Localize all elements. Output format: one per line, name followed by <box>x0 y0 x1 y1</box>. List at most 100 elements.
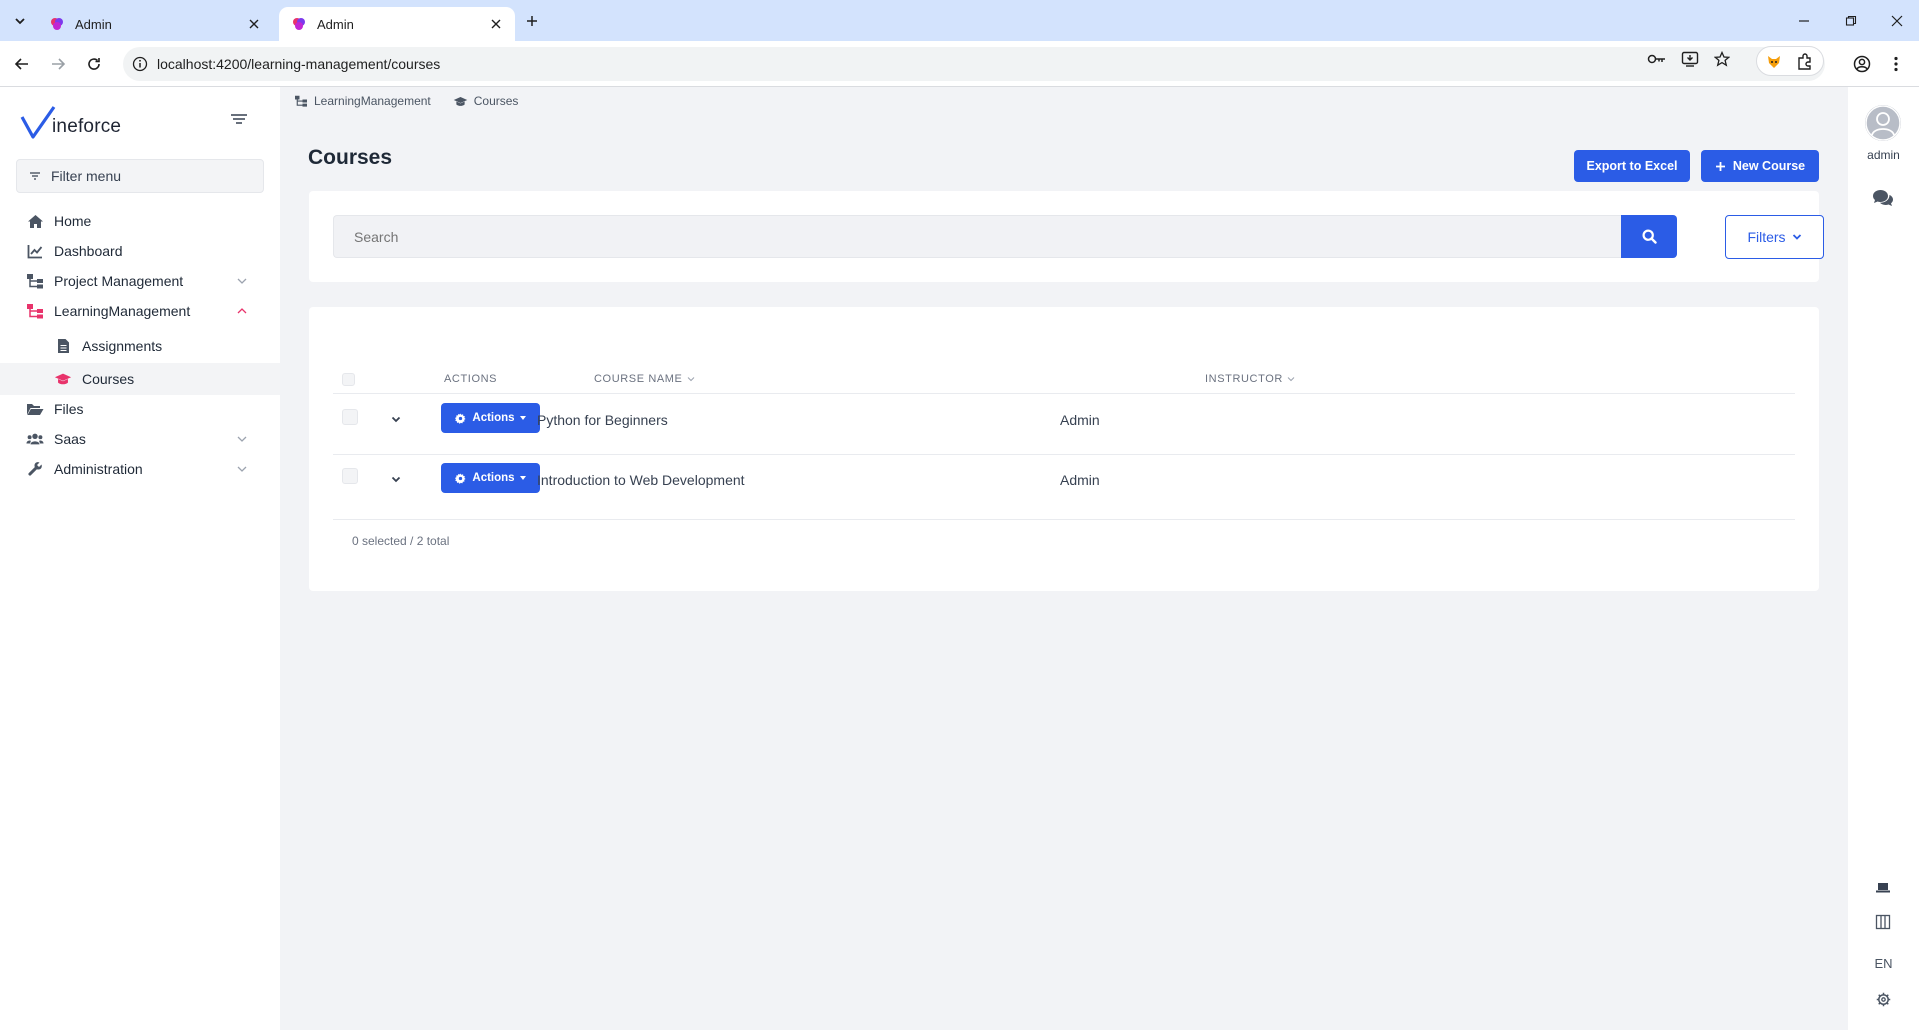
chevron-down-icon <box>237 466 247 472</box>
language-selector[interactable]: EN <box>1848 956 1919 971</box>
sidebar: ineforce Filter menu Home Dashboard Proj… <box>0 87 280 1030</box>
close-icon <box>1891 15 1903 27</box>
url-text: localhost:4200/learning-management/cours… <box>157 56 441 72</box>
browser-menu-button[interactable] <box>1882 50 1910 78</box>
close-tab-icon[interactable] <box>487 15 505 33</box>
gear-icon <box>455 412 466 424</box>
sidebar-item-dashboard[interactable]: Dashboard <box>0 234 280 268</box>
browser-tab[interactable]: Admin <box>37 7 273 41</box>
restore-window-button[interactable] <box>1838 8 1864 34</box>
vineforce-logo[interactable]: ineforce <box>20 105 121 141</box>
chat-button[interactable] <box>1872 187 1894 209</box>
chevron-up-icon <box>237 308 247 314</box>
chevron-down-icon <box>237 436 247 442</box>
row-checkbox[interactable] <box>342 468 358 484</box>
account-circle-icon <box>1853 55 1871 73</box>
new-course-label: New Course <box>1732 159 1806 173</box>
selection-count: 0 selected / 2 total <box>352 534 450 548</box>
site-info-icon <box>132 56 148 72</box>
extension-fox-icon[interactable] <box>1765 53 1783 71</box>
device-preview-button[interactable] <box>1872 876 1894 898</box>
new-course-button[interactable]: New Course <box>1701 150 1819 182</box>
folder-open-icon <box>26 400 44 418</box>
sort-chevron-icon <box>687 377 694 382</box>
extensions-group <box>1756 46 1824 76</box>
settings-button[interactable] <box>1872 988 1894 1010</box>
star-icon <box>1714 51 1730 67</box>
menu-toggle-button[interactable] <box>228 110 250 128</box>
layout-columns-button[interactable] <box>1872 911 1894 933</box>
avatar[interactable] <box>1865 105 1901 141</box>
breadcrumb-label: Courses <box>473 94 519 108</box>
sidebar-item-home[interactable]: Home <box>0 204 280 238</box>
graduation-cap-icon <box>453 96 467 106</box>
filters-button[interactable]: Filters <box>1725 215 1824 259</box>
comments-icon <box>1873 190 1893 206</box>
extensions-puzzle-icon[interactable] <box>1795 52 1815 72</box>
row-divider <box>333 519 1795 520</box>
chevron-down-icon <box>391 476 401 482</box>
install-icon <box>1681 51 1699 67</box>
logo-v-icon <box>20 106 56 139</box>
filter-menu-placeholder: Filter menu <box>51 168 122 184</box>
sidebar-item-learning-management[interactable]: LearningManagement <box>0 294 280 328</box>
sidebar-item-files[interactable]: Files <box>0 392 280 426</box>
sidebar-item-label: Courses <box>82 371 135 387</box>
row-actions-button[interactable]: Actions <box>441 463 540 493</box>
address-bar[interactable]: localhost:4200/learning-management/cours… <box>123 47 1825 81</box>
sidebar-item-administration[interactable]: Administration <box>0 452 280 486</box>
page-title: Courses <box>308 146 393 169</box>
reload-button[interactable] <box>80 50 108 78</box>
minimize-window-button[interactable] <box>1791 8 1817 34</box>
sidebar-item-saas[interactable]: Saas <box>0 422 280 456</box>
profile-button[interactable] <box>1848 50 1876 78</box>
menu-lines-icon <box>231 114 247 124</box>
breadcrumb-item-learning-management[interactable]: LearningManagement <box>294 94 431 108</box>
sidebar-item-label: Home <box>54 213 92 229</box>
filter-menu-input[interactable]: Filter menu <box>16 159 264 193</box>
row-expand-button[interactable] <box>388 411 404 427</box>
browser-toolbar: localhost:4200/learning-management/cours… <box>0 41 1919 87</box>
select-all-checkbox[interactable] <box>342 373 355 386</box>
breadcrumb-item-courses[interactable]: Courses <box>453 94 519 108</box>
browser-tab-active[interactable]: Admin <box>279 7 515 41</box>
home-icon <box>26 212 44 230</box>
tab-title: Admin <box>317 16 354 32</box>
column-header-course-name[interactable]: COURSE NAME <box>594 373 695 385</box>
install-app-button[interactable] <box>1679 48 1701 70</box>
search-input[interactable] <box>333 215 1621 258</box>
close-tab-icon[interactable] <box>245 15 263 33</box>
search-button[interactable] <box>1621 215 1677 258</box>
forward-button[interactable] <box>44 50 72 78</box>
breadcrumb-label: LearningManagement <box>314 94 431 108</box>
filters-label: Filters <box>1747 229 1786 245</box>
back-button[interactable] <box>8 50 36 78</box>
caret-down-icon <box>519 476 526 480</box>
gear-icon <box>1876 992 1890 1006</box>
actions-label: Actions <box>472 412 515 424</box>
column-header-instructor[interactable]: INSTRUCTOR <box>1205 373 1295 385</box>
sidebar-item-courses[interactable]: Courses <box>0 363 280 395</box>
breadcrumb: LearningManagement Courses <box>294 94 540 108</box>
sidebar-item-project-management[interactable]: Project Management <box>0 264 280 298</box>
row-checkbox[interactable] <box>342 409 358 425</box>
tab-search-button[interactable] <box>8 9 32 33</box>
sidebar-item-assignments[interactable]: Assignments <box>0 330 280 362</box>
logo-text: ineforce <box>52 116 122 137</box>
row-actions-button[interactable]: Actions <box>441 403 540 433</box>
main-content: LearningManagement Courses Courses Expor… <box>280 87 1848 1030</box>
sidebar-item-label: Files <box>54 401 84 417</box>
row-expand-button[interactable] <box>388 471 404 487</box>
password-key-button[interactable] <box>1646 48 1668 70</box>
chevron-down-icon <box>237 278 247 284</box>
actions-label: Actions <box>472 472 515 484</box>
bookmark-button[interactable] <box>1711 48 1733 70</box>
column-header-label: ACTIONS <box>444 373 498 385</box>
new-tab-button[interactable] <box>520 9 544 33</box>
export-to-excel-button[interactable]: Export to Excel <box>1574 150 1690 182</box>
columns-icon <box>1875 914 1891 930</box>
app-favicon-icon <box>293 18 305 30</box>
close-window-button[interactable] <box>1884 8 1910 34</box>
more-vertical-icon <box>1894 56 1898 72</box>
sitemap-icon <box>26 272 44 290</box>
